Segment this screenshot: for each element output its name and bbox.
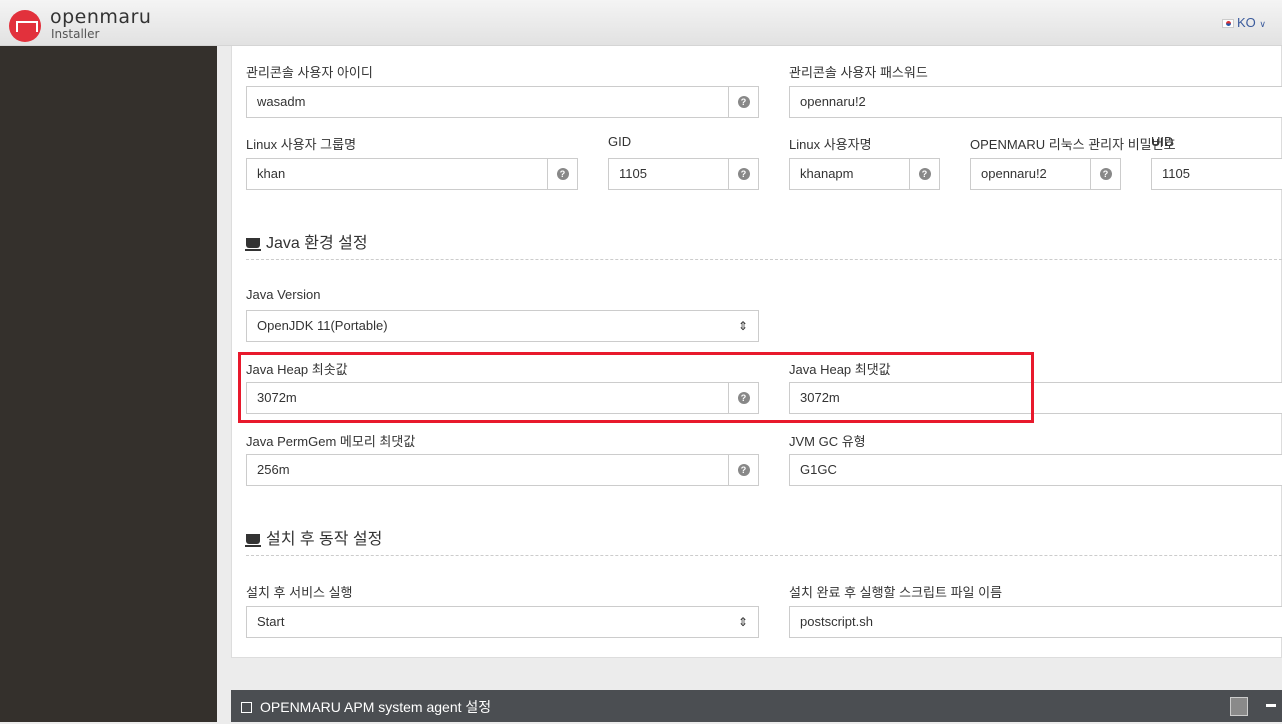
post-install-section-title: 설치 후 동작 설정 (245, 525, 382, 549)
gid-label: GID (608, 134, 632, 149)
brand-name: openmaru (50, 6, 152, 28)
divider (246, 259, 1282, 260)
divider (246, 555, 1282, 556)
gid-input[interactable]: 1105? (608, 158, 759, 190)
value: wasadm (257, 94, 306, 109)
value: 256m (257, 462, 290, 477)
uid-input[interactable]: 1105 (1151, 158, 1282, 190)
java-version-select[interactable]: OpenJDK 11(Portable) (246, 310, 759, 342)
console-password-label: 관리콘솔 사용자 패스워드 (789, 65, 928, 80)
value: opennaru!2 (981, 166, 1047, 181)
brand-subtitle: Installer (51, 27, 100, 41)
value: 1105 (1162, 166, 1190, 181)
linux-user-label: Linux 사용자명 (789, 137, 872, 152)
value: khanapm (800, 166, 854, 181)
console-user-input[interactable]: wasadm? (246, 86, 759, 118)
permgen-input[interactable]: 256m? (246, 454, 759, 486)
value: G1GC (800, 462, 837, 477)
help-icon[interactable]: ? (909, 159, 939, 189)
apm-agent-section-header[interactable]: OPENMARU APM system agent 설정 (231, 690, 1282, 722)
toggle-box[interactable] (1230, 697, 1248, 716)
openmaru-logo-icon (9, 10, 41, 42)
linux-user-input[interactable]: khanapm? (789, 158, 940, 190)
value: khan (257, 166, 286, 181)
gc-type-label: JVM GC 유형 (789, 434, 866, 449)
console-user-label: 관리콘솔 사용자 아이디 (246, 65, 373, 80)
sidebar (0, 46, 217, 722)
console-password-input[interactable]: opennaru!2 (789, 86, 1282, 118)
script-name-label: 설치 완료 후 실행할 스크립트 파일 이름 (789, 585, 1003, 600)
gc-type-select[interactable]: G1GC (789, 454, 1282, 486)
coffee-icon (245, 534, 261, 547)
value: OpenJDK 11(Portable) (257, 318, 388, 333)
help-icon[interactable]: ? (547, 159, 577, 189)
help-icon[interactable]: ? (728, 455, 758, 485)
help-icon[interactable]: ? (1090, 159, 1120, 189)
admin-password-input[interactable]: opennaru!2? (970, 158, 1121, 190)
permgen-label: Java PermGem 메모리 최댓값 (246, 434, 416, 449)
korea-flag-icon (1221, 19, 1234, 29)
uid-label: UID (1151, 134, 1174, 149)
app-header: openmaru Installer KO ∨ (0, 0, 1282, 46)
value: opennaru!2 (800, 94, 866, 109)
section-title: OPENMARU APM system agent 설정 (260, 699, 492, 715)
admin-password-label: OPENMARU 리눅스 관리자 비밀번호 (970, 137, 1176, 152)
linux-group-label: Linux 사용자 그룹명 (246, 137, 357, 152)
highlight-box (238, 352, 1034, 423)
java-version-label: Java Version (246, 287, 321, 302)
value: postscript.sh (800, 614, 873, 629)
service-run-select[interactable]: Start (246, 606, 759, 638)
language-code: KO (1236, 15, 1256, 30)
help-icon[interactable]: ? (728, 87, 758, 117)
help-icon[interactable]: ? (728, 159, 758, 189)
minimize-icon[interactable] (1266, 704, 1276, 707)
java-section-title: Java 환경 설정 (245, 229, 368, 253)
chevron-down-icon: ∨ (1259, 19, 1266, 29)
coffee-icon (245, 238, 261, 251)
edit-icon (241, 702, 252, 713)
linux-group-input[interactable]: khan? (246, 158, 578, 190)
script-name-input[interactable]: postscript.sh (789, 606, 1282, 638)
value: Start (257, 614, 285, 629)
service-run-label: 설치 후 서비스 실행 (246, 585, 353, 600)
language-selector[interactable]: KO ∨ (1221, 15, 1266, 30)
value: 1105 (619, 166, 647, 181)
